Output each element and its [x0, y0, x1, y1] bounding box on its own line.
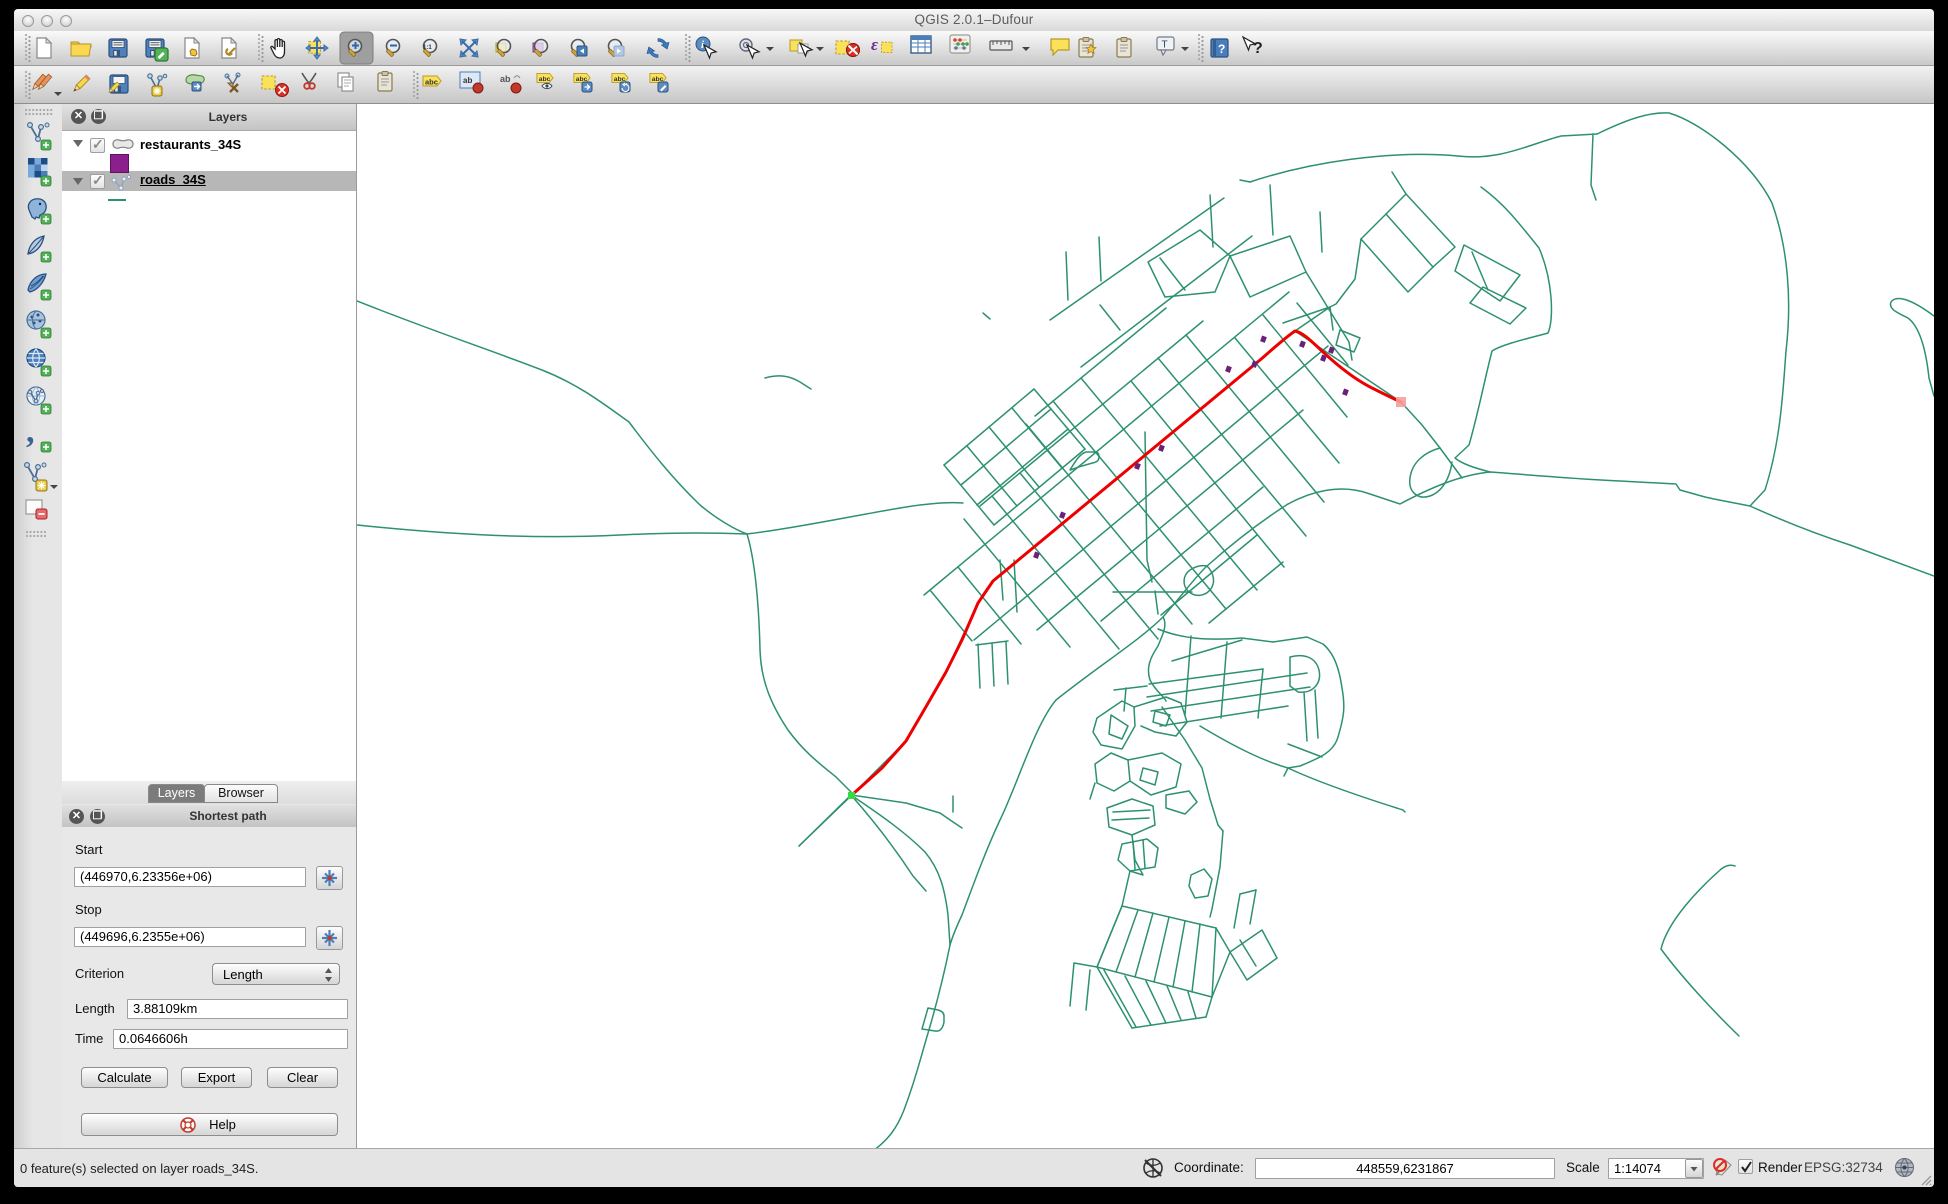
svg-text:,: , — [26, 413, 35, 450]
svg-text:1:1: 1:1 — [423, 45, 432, 51]
svg-text:T: T — [1162, 40, 1168, 51]
svg-text:ab: ab — [500, 74, 511, 84]
svg-text:ab: ab — [463, 76, 472, 85]
svg-text:ε: ε — [871, 35, 878, 54]
svg-text:?: ? — [1253, 40, 1263, 57]
